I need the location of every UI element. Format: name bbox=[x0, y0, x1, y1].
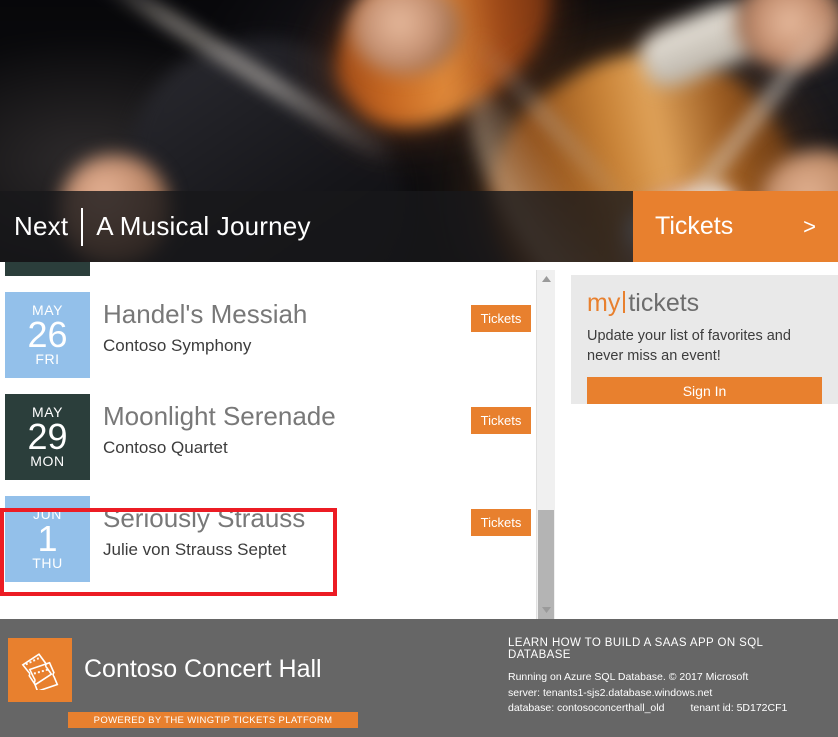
event-performer: Contoso Symphony bbox=[103, 336, 252, 355]
event-title: Seriously Strauss bbox=[103, 503, 306, 533]
chevron-right-icon: > bbox=[803, 213, 816, 239]
hero-tickets-button[interactable]: Tickets > bbox=[633, 191, 838, 262]
event-row[interactable]: MAY 29 MON Moonlight Serenade Contoso Qu… bbox=[0, 394, 534, 480]
powered-by-text: POWERED BY THE WINGTIP TICKETS PLATFORM bbox=[93, 714, 333, 726]
date-badge: TUE bbox=[5, 262, 90, 276]
server-text: server: tenants1-sjs2.database.windows.n… bbox=[508, 686, 713, 699]
database-tenant-row: database: contosoconcerthall_old tenant … bbox=[508, 701, 828, 717]
events-list-pane: TUE MAY 26 FRI Handel's Messiah Contoso … bbox=[0, 262, 534, 619]
date-badge-day: 1 bbox=[37, 518, 58, 559]
my-tickets-logo: my tickets bbox=[587, 289, 822, 317]
main-content: TUE MAY 26 FRI Handel's Messiah Contoso … bbox=[0, 262, 838, 630]
date-badge: JUN 1 THU bbox=[5, 496, 90, 582]
logo-my-text: my bbox=[587, 289, 621, 317]
events-list: TUE MAY 26 FRI Handel's Messiah Contoso … bbox=[0, 262, 534, 598]
wingtip-tickets-page: Next A Musical Journey Tickets > TUE bbox=[0, 0, 838, 737]
event-row[interactable]: JUN 1 THU Seriously Strauss Julie von St… bbox=[0, 496, 534, 582]
hero-banner-bar: Next A Musical Journey Tickets > bbox=[0, 191, 838, 262]
date-badge: MAY 29 MON bbox=[5, 394, 90, 480]
my-tickets-description: Update your list of favorites and never … bbox=[587, 328, 791, 364]
date-badge-day: 26 bbox=[27, 314, 68, 355]
event-performer: Contoso Quartet bbox=[103, 438, 228, 457]
date-badge-day: 29 bbox=[27, 416, 68, 457]
hero-tickets-label: Tickets bbox=[655, 212, 734, 240]
event-row[interactable]: MAY 26 FRI Handel's Messiah Contoso Symp… bbox=[0, 292, 534, 378]
date-badge: MAY 26 FRI bbox=[5, 292, 90, 378]
footer-connection-info: Running on Azure SQL Database. © 2017 Mi… bbox=[508, 670, 828, 717]
database-text: database: contosoconcerthall_old bbox=[508, 702, 665, 714]
event-text-group: Handel's Messiah Contoso Symphony bbox=[103, 298, 307, 358]
event-tickets-button[interactable]: Tickets bbox=[471, 407, 531, 434]
event-row-partial[interactable]: TUE bbox=[0, 262, 534, 276]
date-badge-weekday: MON bbox=[30, 453, 65, 469]
running-on-text: Running on Azure SQL Database. © 2017 Mi… bbox=[508, 671, 749, 683]
event-text-group: Seriously Strauss Julie von Strauss Sept… bbox=[103, 502, 305, 562]
event-tickets-button[interactable]: Tickets bbox=[471, 509, 531, 536]
tickets-icon bbox=[21, 653, 59, 690]
footer-info-group: LEARN HOW TO BUILD A SAAS APP ON SQL DAT… bbox=[508, 637, 828, 717]
scroll-down-arrow-icon[interactable] bbox=[537, 601, 555, 619]
hero-section: Next A Musical Journey Tickets > bbox=[0, 0, 838, 262]
venue-logo[interactable] bbox=[8, 638, 72, 702]
event-title: Handel's Messiah bbox=[103, 299, 308, 329]
my-tickets-panel: my tickets Update your list of favorites… bbox=[571, 275, 838, 404]
sign-in-button[interactable]: Sign In bbox=[587, 377, 822, 404]
powered-by-badge: POWERED BY THE WINGTIP TICKETS PLATFORM bbox=[68, 712, 358, 728]
hero-banner-label-group: Next A Musical Journey bbox=[0, 191, 633, 262]
logo-tickets-text: tickets bbox=[628, 289, 700, 317]
featured-event-title: A Musical Journey bbox=[96, 211, 311, 241]
date-badge-weekday: THU bbox=[32, 555, 63, 571]
event-text-group: Moonlight Serenade Contoso Quartet bbox=[103, 400, 336, 460]
venue-name: Contoso Concert Hall bbox=[84, 655, 322, 683]
event-title: Moonlight Serenade bbox=[103, 401, 336, 431]
scroll-up-arrow-icon[interactable] bbox=[537, 270, 555, 288]
logo-divider-bar bbox=[623, 291, 626, 313]
event-performer: Julie von Strauss Septet bbox=[103, 540, 287, 559]
banner-divider bbox=[81, 207, 84, 246]
date-badge-weekday: FRI bbox=[35, 351, 60, 367]
scrollbar-track[interactable] bbox=[537, 288, 555, 630]
next-event-label: Next bbox=[14, 211, 69, 241]
tenant-id-text: tenant id: 5D172CF1 bbox=[690, 702, 788, 714]
learn-more-link[interactable]: LEARN HOW TO BUILD A SAAS APP ON SQL DAT… bbox=[508, 637, 828, 661]
event-tickets-button[interactable]: Tickets bbox=[471, 305, 531, 332]
events-scrollbar[interactable] bbox=[536, 270, 555, 630]
